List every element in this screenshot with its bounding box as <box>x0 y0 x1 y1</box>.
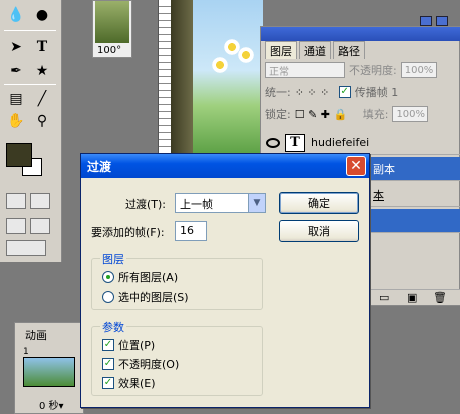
opacity-option[interactable]: ✓ 不透明度(O) <box>102 356 179 372</box>
full-screen-button[interactable] <box>30 218 50 234</box>
all-layers-label: 所有图层(A) <box>118 271 179 284</box>
tween-with-select[interactable]: 上一帧 ▼ <box>175 193 266 213</box>
animation-panel: 动画 1 0 秒▾ <box>14 322 84 414</box>
panel-tabs: 图层 通道 路径 <box>265 41 365 59</box>
screen-mode-button[interactable] <box>6 218 26 234</box>
parameters-group-title: 参数 <box>100 319 126 335</box>
unify-icons[interactable]: ⁘ ⁘ ⁘ <box>295 86 335 99</box>
toolbox-divider <box>4 30 56 31</box>
document-canvas[interactable] <box>158 0 263 176</box>
unify-row: 统一: ⁘ ⁘ ⁘ ✓ 传播帧 1 <box>265 83 398 101</box>
type-icon[interactable]: T <box>30 36 54 58</box>
lock-icons[interactable]: ☐ ✎ ✚ 🔒 <box>295 108 359 121</box>
opacity-option-label: 不透明度(O) <box>118 358 180 371</box>
position-label: 位置(P) <box>118 339 156 352</box>
jump-to-imageready-button[interactable] <box>6 240 46 256</box>
layers-group: 图层 所有图层(A) 选中的图层(S) <box>91 251 263 310</box>
collapse-icon[interactable] <box>436 16 448 26</box>
layer-name: 本 <box>373 188 384 202</box>
document-thumbnail <box>95 1 129 43</box>
zoom-icon[interactable]: ⚲ <box>30 110 54 132</box>
position-checkbox[interactable]: ✓ <box>102 339 114 351</box>
panel-title-bar[interactable] <box>261 27 460 41</box>
quick-mask-button[interactable] <box>30 193 50 209</box>
standard-mode-button[interactable] <box>6 193 26 209</box>
effects-label: 效果(E) <box>118 377 156 390</box>
selected-layers-label: 选中的图层(S) <box>118 291 189 304</box>
hand-icon[interactable]: ✋ <box>4 110 28 132</box>
lock-label: 锁定: <box>265 108 291 121</box>
canvas-image <box>171 0 263 176</box>
effects-checkbox[interactable]: ✓ <box>102 377 114 389</box>
eyedropper-icon[interactable]: ╱ <box>30 88 54 110</box>
selected-layers-option[interactable]: 选中的图层(S) <box>102 289 189 305</box>
toolbox: 💧 ● ➤ T ✒ ★ ▤ ╱ ✋ ⚲ <box>0 0 62 262</box>
opacity-checkbox[interactable]: ✓ <box>102 358 114 370</box>
tween-dialog: 过渡 ✕ 过渡(T): 上一帧 ▼ 要添加的帧(F): 16 确定 取消 图层 … <box>80 153 370 408</box>
all-layers-radio[interactable] <box>102 271 114 283</box>
daisy-flower <box>237 46 255 64</box>
zoom-level: 100° <box>97 45 122 56</box>
frame-delay[interactable]: 0 秒▾ <box>39 397 64 412</box>
selected-layers-radio[interactable] <box>102 291 114 303</box>
effects-option[interactable]: ✓ 效果(E) <box>102 375 156 391</box>
layer-name: hudiefeifei <box>311 136 370 149</box>
ok-button[interactable]: 确定 <box>279 192 359 214</box>
opacity-field[interactable]: 100% <box>400 62 437 78</box>
new-set-icon[interactable]: ▭ <box>379 291 389 304</box>
all-layers-option[interactable]: 所有图层(A) <box>102 269 178 285</box>
close-button[interactable]: ✕ <box>346 156 366 176</box>
droplet-icon[interactable]: 💧 <box>4 4 28 26</box>
image-frame-border <box>171 0 193 176</box>
document-window[interactable]: 100° <box>92 0 132 58</box>
vertical-ruler <box>159 0 171 176</box>
propagate-checkbox[interactable]: ✓ <box>338 86 351 98</box>
chevron-down-icon[interactable]: ▼ <box>248 194 265 212</box>
minimize-icon[interactable] <box>420 16 432 26</box>
daisy-flower <box>211 56 229 74</box>
blend-row: 正常 不透明度: 100% <box>265 61 437 79</box>
dialog-title: 过渡 <box>87 160 112 174</box>
layer-name: 副本 <box>373 162 395 176</box>
fill-label: 填充: <box>362 108 389 121</box>
pen-icon[interactable]: ✒ <box>4 60 28 82</box>
layers-group-title: 图层 <box>100 251 126 267</box>
tween-with-value: 上一帧 <box>180 198 213 211</box>
new-layer-icon[interactable]: ▣ <box>407 291 417 304</box>
toolbox-divider <box>4 84 56 85</box>
eye-icon[interactable] <box>266 137 280 148</box>
blend-mode-select[interactable]: 正常 <box>265 62 345 78</box>
shape-icon[interactable]: ★ <box>30 60 54 82</box>
dialog-title-bar[interactable]: 过渡 ✕ <box>81 154 369 178</box>
frame-thumbnail[interactable] <box>23 357 75 387</box>
select-arrow-icon[interactable]: ➤ <box>4 36 28 58</box>
tab-animation[interactable]: 动画 <box>25 327 47 343</box>
tab-channels[interactable]: 通道 <box>299 41 331 59</box>
text-layer-icon: T <box>285 133 305 152</box>
tab-layers[interactable]: 图层 <box>265 41 297 59</box>
cancel-button[interactable]: 取消 <box>279 220 359 242</box>
tab-paths[interactable]: 路径 <box>333 41 365 59</box>
lock-row: 锁定: ☐ ✎ ✚ 🔒 填充: 100% <box>265 105 429 123</box>
fill-field[interactable]: 100% <box>392 106 429 122</box>
foreground-color-swatch[interactable] <box>6 143 32 167</box>
frames-to-add-label: 要添加的帧(F): <box>91 226 165 239</box>
bucket-icon[interactable]: ● <box>30 4 54 26</box>
position-option[interactable]: ✓ 位置(P) <box>102 337 155 353</box>
trash-icon[interactable]: 🗑 <box>433 291 447 304</box>
frames-to-add-input[interactable]: 16 <box>175 221 207 241</box>
notes-icon[interactable]: ▤ <box>4 88 28 110</box>
unify-label: 统一: <box>265 86 291 99</box>
opacity-label: 不透明度: <box>349 64 397 77</box>
frame-number: 1 <box>23 347 29 357</box>
tween-with-label: 过渡(T): <box>125 198 167 211</box>
layer-row[interactable]: T hudiefeifei <box>261 131 460 155</box>
parameters-group: 参数 ✓ 位置(P) ✓ 不透明度(O) ✓ 效果(E) <box>91 319 263 396</box>
propagate-label: 传播帧 1 <box>354 86 399 99</box>
